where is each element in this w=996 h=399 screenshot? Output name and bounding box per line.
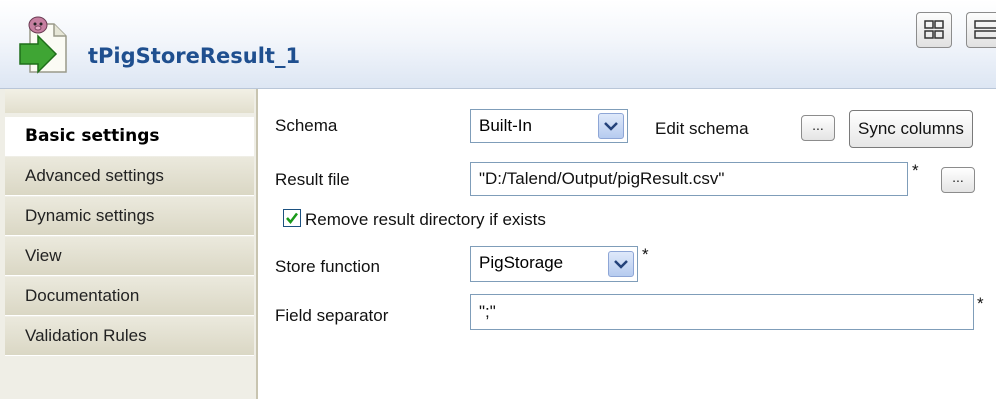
edit-schema-button[interactable]: ... — [801, 115, 835, 141]
result-file-label: Result file — [275, 170, 350, 189]
remove-dir-label[interactable]: Remove result directory if exists — [305, 210, 546, 230]
store-function-required-mark: * — [642, 245, 649, 264]
tab-advanced-settings[interactable]: Advanced settings — [5, 157, 254, 196]
sidebar-spacer — [5, 89, 254, 113]
checkmark-icon — [286, 212, 298, 224]
store-function-select[interactable]: PigStorage — [470, 246, 638, 282]
settings-sidebar: Basic settings Advanced settings Dynamic… — [0, 89, 258, 399]
chevron-down-icon[interactable] — [598, 113, 624, 139]
tab-basic-settings[interactable]: Basic settings — [5, 117, 254, 156]
layout-toggle-button[interactable] — [916, 12, 952, 48]
pig-store-result-icon — [19, 16, 67, 74]
result-file-input[interactable]: "D:/Talend/Output/pigResult.csv" — [470, 162, 908, 196]
store-function-label: Store function — [275, 257, 380, 276]
field-separator-input[interactable]: ";" — [470, 294, 974, 330]
list-layout-icon — [974, 20, 996, 39]
component-title: tPigStoreResult_1 — [88, 44, 301, 68]
tab-dynamic-settings[interactable]: Dynamic settings — [5, 197, 254, 236]
remove-dir-checkbox[interactable] — [283, 209, 301, 227]
tab-validation-rules[interactable]: Validation Rules — [5, 317, 254, 356]
tab-view[interactable]: View — [5, 237, 254, 276]
tab-documentation[interactable]: Documentation — [5, 277, 254, 316]
component-settings-panel: tPigStoreResult_1 Basic settings Advance… — [0, 0, 996, 399]
store-function-value: PigStorage — [479, 253, 564, 272]
result-file-browse-button[interactable]: ... — [941, 167, 975, 193]
basic-settings-form: Schema Built-In Edit schema ... Sync col… — [258, 89, 996, 399]
result-file-required-mark: * — [912, 161, 919, 180]
chevron-down-icon[interactable] — [608, 251, 634, 277]
edit-schema-label: Edit schema — [655, 119, 749, 138]
schema-select[interactable]: Built-In — [470, 109, 628, 143]
field-separator-label: Field separator — [275, 306, 389, 325]
grid-layout-icon — [924, 20, 944, 39]
schema-select-value: Built-In — [479, 116, 532, 135]
component-header: tPigStoreResult_1 — [0, 0, 996, 89]
field-separator-required-mark: * — [977, 294, 984, 313]
schema-label: Schema — [275, 116, 338, 135]
layout-list-button[interactable] — [966, 12, 996, 48]
sync-columns-button[interactable]: Sync columns — [849, 110, 973, 148]
